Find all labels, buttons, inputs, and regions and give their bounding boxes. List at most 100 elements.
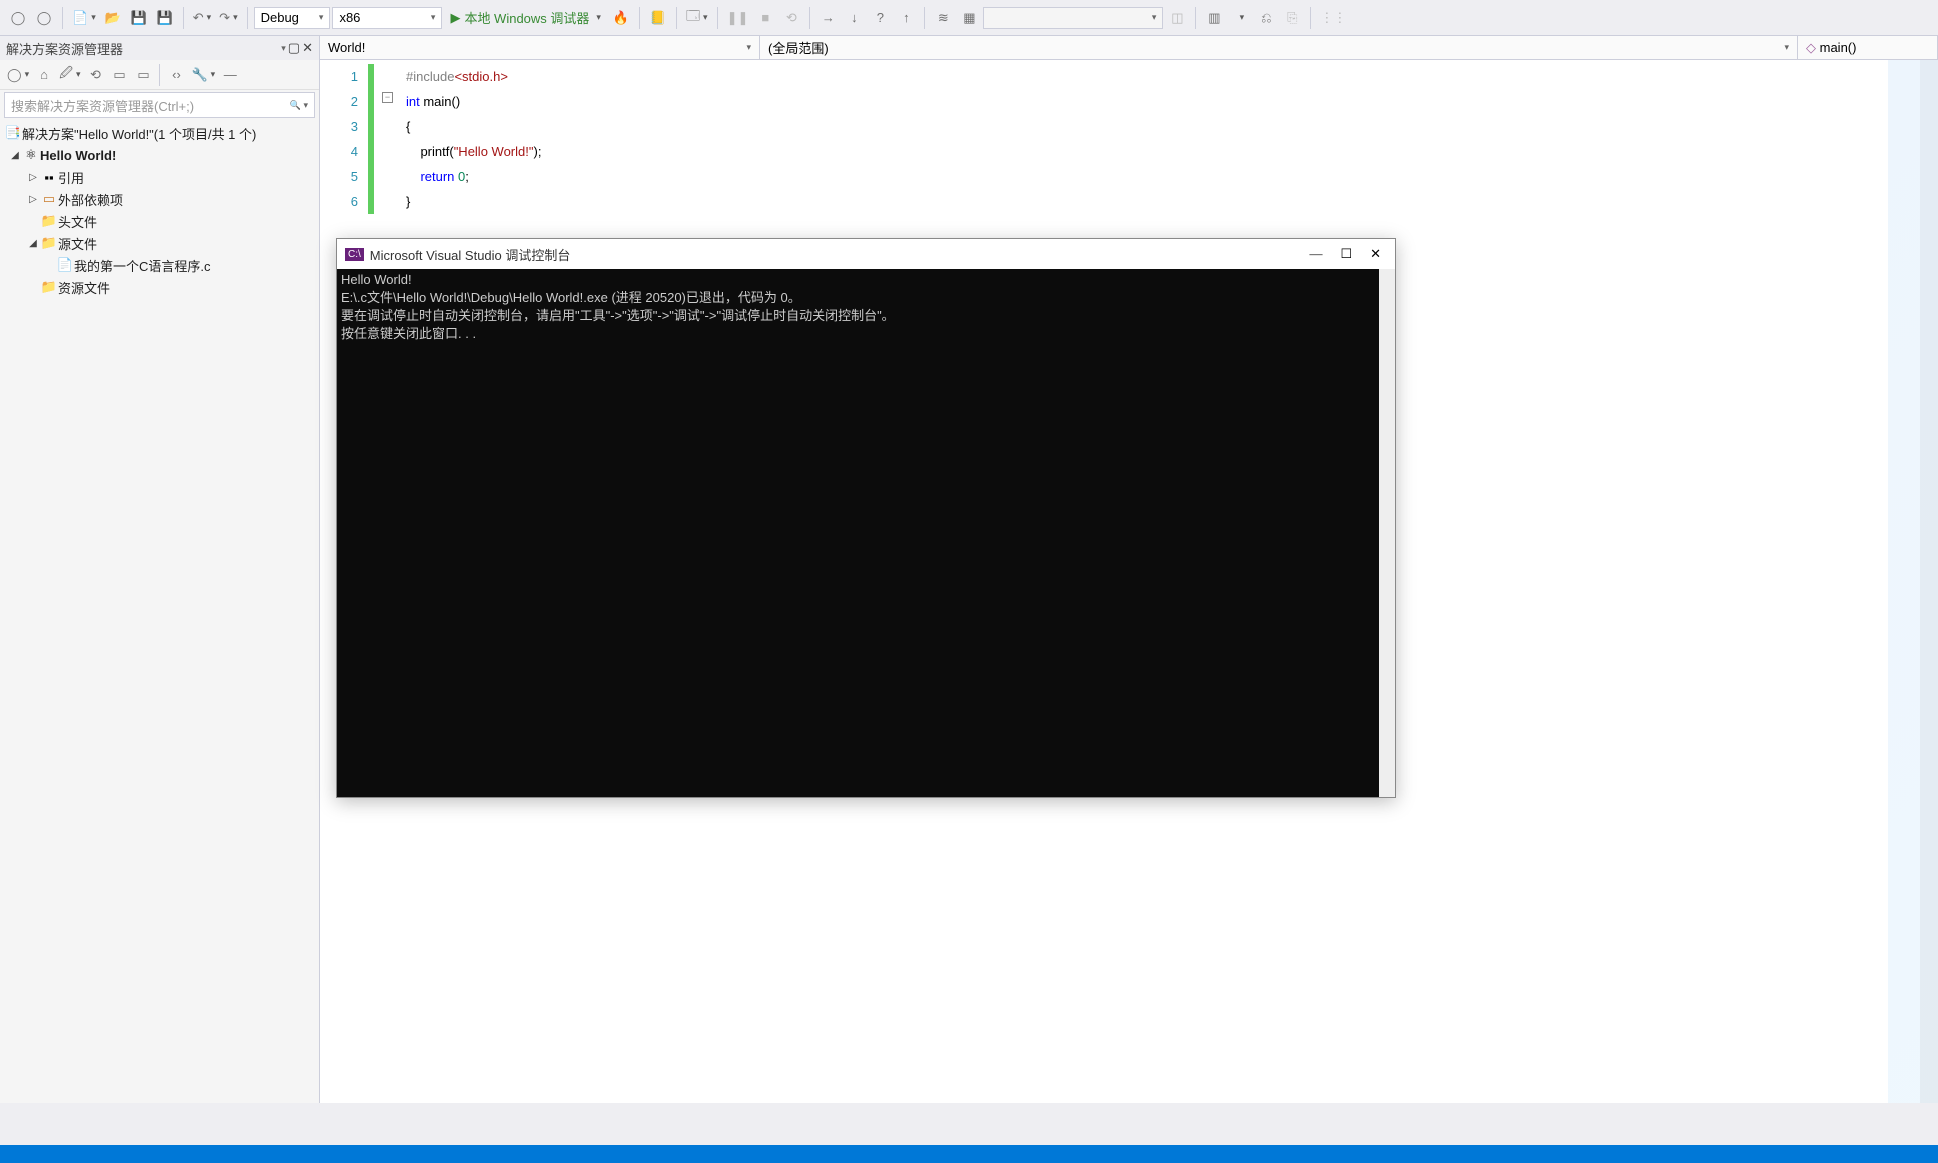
nav-scope-combo[interactable]: (全局范围)▾ [760,36,1798,59]
console-title-text: Microsoft Visual Studio 调试控制台 [370,245,571,264]
nav-fwd-icon[interactable]: ◯ [32,6,56,30]
platform-value: x86 [339,10,360,25]
search-combo[interactable]: ▾ [983,7,1163,29]
sol-tb-scope-icon[interactable]: 🖉 [56,63,83,87]
save-all-icon[interactable]: 💾 [153,6,177,30]
editor-navbar: World!▾ (全局范围)▾ ◇ main() [320,36,1938,60]
tree-resources-row[interactable]: 📁 资源文件 [0,276,319,298]
expand-icon[interactable]: ▷ [26,172,40,183]
nav-fn-combo[interactable]: ◇ main() [1798,36,1938,59]
tree-headers-row[interactable]: 📁 头文件 [0,210,319,232]
expand-icon[interactable]: ◢ [8,150,22,161]
console-window: C:\ Microsoft Visual Studio 调试控制台 — ☐ ✕ … [336,238,1396,798]
console-output[interactable]: Hello World! E:\.c文件\Hello World!\Debug\… [337,269,1379,797]
nav-file-label: World! [328,40,365,55]
start-debug-button[interactable]: ▶本地 Windows 调试器 [444,6,607,30]
search-dd-icon[interactable]: 🔍 ▾ [290,100,308,111]
step-in-icon[interactable]: → [816,6,840,30]
debugger-label: 本地 Windows 调试器 [464,8,589,27]
save-icon[interactable]: 💾 [127,6,151,30]
console-titlebar[interactable]: C:\ Microsoft Visual Studio 调试控制台 — ☐ ✕ [337,239,1395,269]
sol-tb-back-icon[interactable]: ◯ [4,63,32,87]
console-app-icon: C:\ [345,248,364,261]
sol-tb-filter-icon[interactable]: ▭ [107,63,131,87]
misc4-icon[interactable]: ⎌ [1254,6,1278,30]
step-over-icon[interactable]: ↓ [842,6,866,30]
misc2-icon[interactable]: ▦ [957,6,981,30]
undo-icon[interactable]: ↶ [190,6,214,30]
config-combo[interactable]: Debug▾ [254,7,331,29]
solution-search-placeholder: 搜索解决方案资源管理器(Ctrl+;) [11,96,290,115]
refs-icon: ▪▪ [40,170,58,185]
misc3-icon[interactable]: ◫ [1165,6,1189,30]
find-files-icon[interactable]: 📒 [646,6,670,30]
sol-tb-code-icon[interactable]: ‹› [164,63,188,87]
solution-toolbar: ◯ ⌂ 🖉 ⟲ ▭ ▭ ‹› 🔧 — [0,60,319,90]
tree-sourcefile-row[interactable]: 📄 我的第一个C语言程序.c [0,254,319,276]
tree-refs-row[interactable]: ▷ ▪▪ 引用 [0,166,319,188]
console-vscrollbar[interactable] [1379,269,1395,797]
panel-close-icon[interactable]: ✕ [302,40,313,56]
attach-icon[interactable]: 🔥 [609,6,633,30]
tree-sources-row[interactable]: ◢ 📁 源文件 [0,232,319,254]
folder-icon: 📁 [40,213,58,229]
collapse-icon[interactable]: − [382,92,393,103]
solution-tree: 📑 解决方案"Hello World!"(1 个项目/共 1 个) ◢ ⚛ He… [0,120,319,1103]
sol-tb-line-icon[interactable]: — [218,63,242,87]
nav-scope-label: (全局范围) [768,38,829,57]
open-icon[interactable]: 📂 [101,6,125,30]
solution-panel-title: 解决方案资源管理器 ▾ ▢ ✕ [0,36,319,60]
nav-file-combo[interactable]: World!▾ [320,36,760,59]
sol-tb-home-icon[interactable]: ⌂ [32,63,56,87]
expand-icon[interactable]: ◢ [26,238,40,249]
editor-vscrollbar[interactable] [1920,60,1938,1103]
solution-icon: 📑 [4,125,22,141]
config-value: Debug [261,10,299,25]
tree-resources-label: 资源文件 [58,278,110,297]
minimize-icon[interactable]: — [1309,246,1322,262]
panel-menu-icon[interactable]: ▾ [281,43,286,54]
stop-icon[interactable]: ■ [753,6,777,30]
layout-icon[interactable]: ▥ [1202,6,1226,30]
expand-icon[interactable]: ▷ [26,194,40,205]
sol-tb-showall-icon[interactable]: ▭ [131,63,155,87]
nav-fn-label: main() [1820,40,1857,55]
solution-search-input[interactable]: 搜索解决方案资源管理器(Ctrl+;) 🔍 ▾ [4,92,315,118]
new-item-icon[interactable]: 📄 [69,6,99,30]
taskbar[interactable] [0,1145,1938,1163]
step-out-icon[interactable]: ? [868,6,892,30]
misc1-icon[interactable]: ≋ [931,6,955,30]
tree-headers-label: 头文件 [58,212,97,231]
nav-back-icon[interactable]: ◯ [6,6,30,30]
extdeps-icon: ▭ [40,191,58,207]
layout2-icon[interactable] [1228,6,1252,30]
tree-project-row[interactable]: ◢ ⚛ Hello World! [0,144,319,166]
tree-refs-label: 引用 [58,168,84,187]
redo-icon[interactable]: ↷ [216,6,240,30]
close-icon[interactable]: ✕ [1370,246,1381,262]
step-icon[interactable]: ↑ [894,6,918,30]
restart-icon[interactable]: ⟲ [779,6,803,30]
main-toolbar: ◯ ◯ 📄 📂 💾 💾 ↶ ↷ Debug▾ x86▾ ▶本地 Windows … [0,0,1938,36]
pause-icon[interactable]: ❚❚ [724,6,752,30]
tree-extdeps-row[interactable]: ▷ ▭ 外部依赖项 [0,188,319,210]
tree-sourcefile-label: 我的第一个C语言程序.c [74,256,211,275]
tree-project-label: Hello World! [40,148,116,163]
tree-extdeps-label: 外部依赖项 [58,190,123,209]
sol-tb-wrench-icon[interactable]: 🔧 [188,63,218,87]
misc6-icon[interactable]: ⋮⋮ [1317,6,1349,30]
tree-solution-label: 解决方案"Hello World!"(1 个项目/共 1 个) [22,124,256,143]
platform-combo[interactable]: x86▾ [332,7,442,29]
solution-explorer: 解决方案资源管理器 ▾ ▢ ✕ ◯ ⌂ 🖉 ⟲ ▭ ▭ ‹› 🔧 — 搜索解决方… [0,36,320,1103]
maximize-icon[interactable]: ☐ [1340,246,1352,262]
panel-pin-icon[interactable]: ▢ [288,40,300,56]
tree-solution-row[interactable]: 📑 解决方案"Hello World!"(1 个项目/共 1 个) [0,122,319,144]
folder-icon: 📁 [40,235,58,251]
sol-tb-sync-icon[interactable]: ⟲ [83,63,107,87]
cfile-icon: 📄 [56,257,74,273]
tree-sources-label: 源文件 [58,234,97,253]
window-icon[interactable]: 🗔 [683,6,711,30]
solution-title-text: 解决方案资源管理器 [6,39,123,58]
misc5-icon[interactable]: ⎘ [1280,6,1304,30]
folder-icon: 📁 [40,279,58,295]
